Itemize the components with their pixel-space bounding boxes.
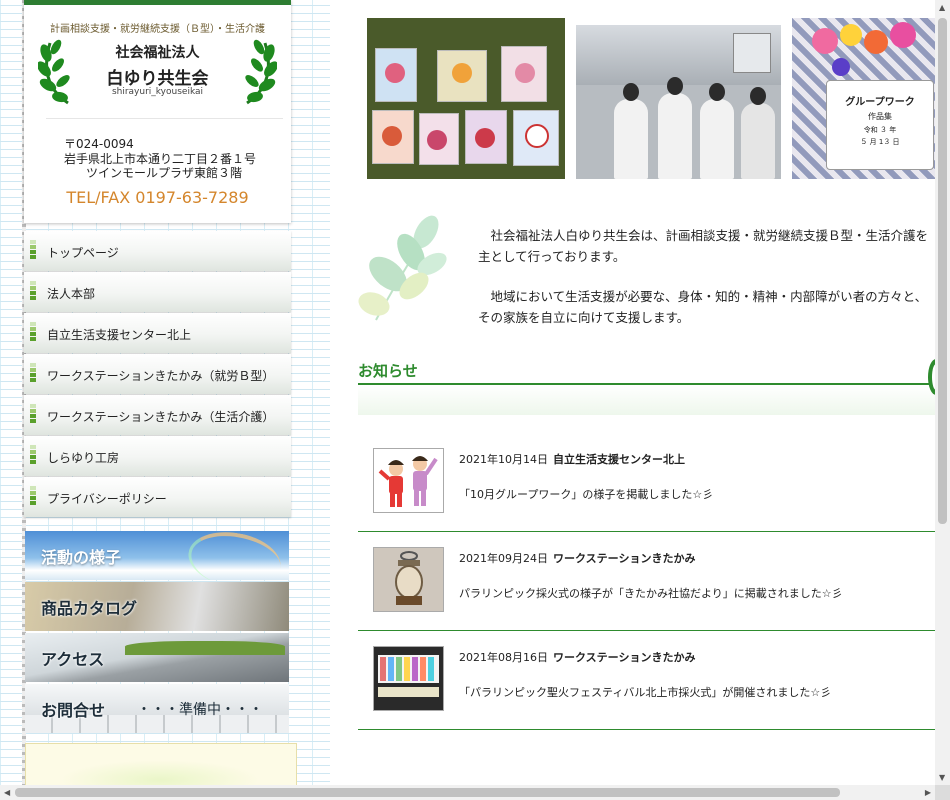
- scroll-right-arrow-icon[interactable]: ▶: [925, 788, 931, 797]
- nav-marker-icon: [30, 322, 36, 344]
- catalog-banner-label: 商品カタログ: [41, 599, 138, 618]
- news-date: 2021年09月24日: [459, 552, 548, 565]
- news-item: 2021年10月14日 自立生活支援センター北上 「10月グループワーク」の様子…: [358, 432, 935, 532]
- nav-marker-icon: [30, 363, 36, 385]
- banner-links: 活動の様子 商品カタログ アクセス お問合せ ・・・準備中・・・: [25, 531, 289, 735]
- nav-item-privacy-policy[interactable]: プライバシーポリシー: [24, 477, 291, 517]
- news-thumbnail-banner-board[interactable]: [373, 646, 444, 711]
- crafts-photo: [367, 18, 565, 179]
- access-banner[interactable]: アクセス: [25, 633, 289, 682]
- access-banner-label: アクセス: [41, 650, 105, 669]
- intro-paragraph-1: 社会福祉法人白ゆり共生会は、計画相談支援・就労継続支援Ｂ型・生活介護を 主として…: [478, 225, 935, 267]
- intro-p1-line2: 主として行っております。: [478, 249, 626, 264]
- nav-item-independent-living-center[interactable]: 自立生活支援センター北上: [24, 313, 291, 353]
- header-divider: [46, 118, 283, 119]
- group-work-card-subtitle: 作品集: [868, 112, 892, 121]
- org-type: 社会福祉法人: [115, 45, 200, 61]
- org-roman-name: shirayuri_kyouseikai: [111, 87, 204, 97]
- group-work-photo: グループワーク 作品集 令和 ３ 年 ５ 月 1３ 日: [792, 18, 935, 179]
- nav-item-label: プライバシーポリシー: [47, 492, 167, 506]
- vertical-scroll-thumb[interactable]: [938, 18, 947, 524]
- nav-item-label: ワークステーションきたかみ（就労Ｂ型）: [47, 369, 275, 383]
- intro-p2-line2: その家族を自立に向けて支援します。: [478, 310, 690, 325]
- address-line-2: ツインモールプラザ東館３階: [86, 166, 243, 180]
- workers-photo: [576, 25, 781, 179]
- news-date: 2021年08月16日: [459, 651, 548, 664]
- contact-banner[interactable]: お問合せ ・・・準備中・・・: [25, 684, 289, 733]
- contact-banner-label: お問合せ: [41, 701, 106, 720]
- horizontal-scroll-thumb[interactable]: [15, 788, 840, 797]
- news-thumbnail-lantern[interactable]: [373, 547, 444, 612]
- nav-marker-icon: [30, 404, 36, 426]
- news-date: 2021年10月14日: [459, 453, 548, 466]
- activities-banner[interactable]: 活動の様子: [25, 531, 289, 580]
- services-text: 計画相談支援・就労継続支援（Ｂ型）・生活介護: [50, 24, 265, 35]
- news-headline-link[interactable]: 「10月グループワーク」の様子を掲載しました☆彡: [459, 486, 713, 502]
- vertical-scrollbar[interactable]: ▲ ▼: [935, 0, 950, 785]
- news-heading: お知らせ: [358, 362, 418, 380]
- nav-item-headquarters[interactable]: 法人本部: [24, 272, 291, 312]
- group-work-card-date-2: ５ 月 1３ 日: [860, 138, 900, 146]
- news-item: 2021年09月24日 ワークステーションきたかみ パラリンピック採火式の様子が…: [358, 531, 935, 631]
- contact-preparing-note: ・・・準備中・・・: [137, 702, 263, 718]
- scroll-down-arrow-icon[interactable]: ▼: [939, 773, 945, 782]
- site-header: 計画相談支援・就労継続支援（Ｂ型）・生活介護 社会福祉法人 白ゆり共生会 shi…: [24, 0, 291, 223]
- sidebar-nav: トップページ 法人本部 自立生活支援センター北上 ワークステーションきたかみ（就…: [24, 231, 291, 518]
- intro-paragraph-2: 地域において生活支援が必要な、身体・知的・精神・内部障がい者の方々と、 その家族…: [478, 286, 935, 328]
- org-name: 白ゆり共生会: [106, 69, 209, 89]
- nav-item-label: ワークステーションきたかみ（生活介護）: [47, 410, 275, 424]
- nav-marker-icon: [30, 281, 36, 303]
- scrollbar-corner: [935, 785, 950, 800]
- tel-fax: TEL/FAX 0197-63-7289: [66, 188, 249, 207]
- nav-item-shirayuri-workshop[interactable]: しらゆり工房: [24, 436, 291, 476]
- news-org-link[interactable]: ワークステーションきたかみ: [553, 649, 695, 665]
- horizontal-scrollbar[interactable]: ◀ ▶: [0, 785, 935, 800]
- nav-item-top-page[interactable]: トップページ: [24, 231, 291, 271]
- activities-banner-label: 活動の様子: [41, 548, 122, 567]
- scroll-up-arrow-icon[interactable]: ▲: [939, 3, 945, 12]
- nav-item-workstation-life-care[interactable]: ワークステーションきたかみ（生活介護）: [24, 395, 291, 435]
- nav-item-label: しらゆり工房: [47, 451, 120, 465]
- news-org-link[interactable]: 自立生活支援センター北上: [553, 451, 685, 467]
- news-org-link[interactable]: ワークステーションきたかみ: [553, 550, 695, 566]
- news-heading-bar: [358, 383, 935, 415]
- scroll-left-arrow-icon[interactable]: ◀: [4, 788, 10, 797]
- leaf-corner-icon: [928, 359, 936, 395]
- intro-p1-line1: 社会福祉法人白ゆり共生会は、計画相談支援・就労継続支援Ｂ型・生活介護を: [478, 228, 929, 243]
- roadside-greenery: [125, 641, 285, 655]
- group-work-card-date-1: 令和 ３ 年: [863, 126, 897, 134]
- nav-marker-icon: [30, 486, 36, 508]
- leaf-decoration-icon: [358, 215, 447, 321]
- nav-item-label: 法人本部: [47, 287, 96, 301]
- nav-item-label: トップページ: [47, 246, 119, 260]
- catalog-banner[interactable]: 商品カタログ: [25, 582, 289, 631]
- news-headline-link[interactable]: 「パラリンピック聖火フェスティバル北上市採火式」が開催されました☆彡: [459, 684, 831, 700]
- news-item: 2021年08月16日 ワークステーションきたかみ 「パラリンピック聖火フェステ…: [358, 630, 935, 730]
- nav-marker-icon: [30, 445, 36, 467]
- rainbow-graphic: [184, 531, 285, 580]
- news-headline-link[interactable]: パラリンピック採火式の様子が「きたかみ社協だより」に掲載されました☆彡: [459, 585, 843, 601]
- news-thumbnail-exercise[interactable]: [373, 448, 444, 513]
- intro-p2-line1: 地域において生活支援が必要な、身体・知的・精神・内部障がい者の方々と、: [478, 289, 928, 304]
- nav-marker-icon: [30, 240, 36, 262]
- group-work-card-title: グループワーク: [845, 97, 915, 108]
- nav-item-workstation-type-b[interactable]: ワークステーションきたかみ（就労Ｂ型）: [24, 354, 291, 394]
- nav-item-label: 自立生活支援センター北上: [47, 328, 192, 342]
